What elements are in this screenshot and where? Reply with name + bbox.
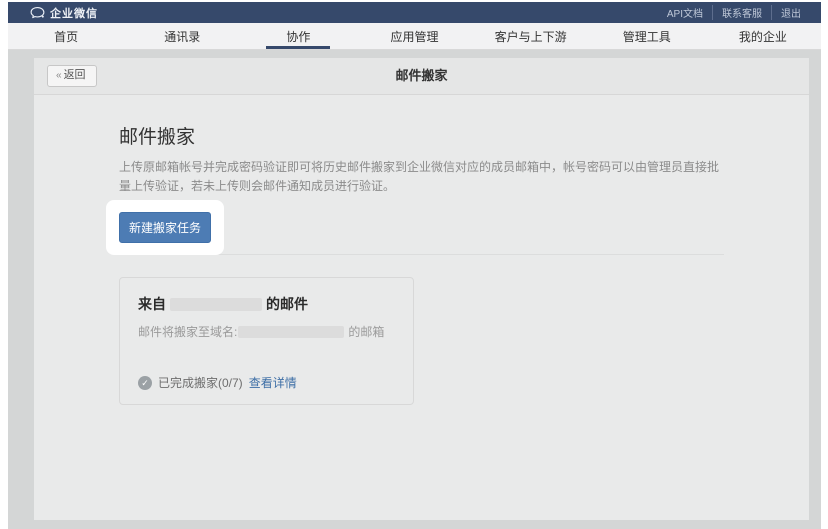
highlight-overlay: 新建搬家任务 <box>106 200 224 255</box>
page-title: 邮件搬家 <box>34 58 809 94</box>
task-detail-suffix: 的邮箱 <box>348 323 384 340</box>
app-window: 企业微信 API文档 联系客服 退出 首页 通讯录 协作 应用管理 客户与上下游… <box>8 2 821 529</box>
migration-task-card: 来自 的邮件 邮件将搬家至域名: 的邮箱 ✓ 已完成搬家(0/7) 查看详情 <box>119 277 414 405</box>
main-nav: 首页 通讯录 协作 应用管理 客户与上下游 管理工具 我的企业 <box>8 23 821 50</box>
topbar-links: API文档 联系客服 退出 <box>658 5 801 20</box>
panel-header: «返回 邮件搬家 <box>34 58 809 95</box>
main-description: 上传原邮箱帐号并完成密码验证即可将历史邮件搬家到企业微信对应的成员邮箱中，帐号密… <box>119 158 724 195</box>
mail-migration-panel: «返回 邮件搬家 邮件搬家 上传原邮箱帐号并完成密码验证即可将历史邮件搬家到企业… <box>34 58 809 520</box>
nav-item-admin-tools[interactable]: 管理工具 <box>589 23 705 49</box>
nav-item-collaboration[interactable]: 协作 <box>240 23 356 49</box>
task-card-footer: ✓ 已完成搬家(0/7) 查看详情 <box>138 374 297 391</box>
main-title: 邮件搬家 <box>119 122 724 149</box>
brand: 企业微信 <box>30 5 98 21</box>
logout-link[interactable]: 退出 <box>771 5 801 20</box>
panel-body: 邮件搬家 上传原邮箱帐号并完成密码验证即可将历史邮件搬家到企业微信对应的成员邮箱… <box>34 95 809 405</box>
back-button-label: 返回 <box>64 69 86 81</box>
view-details-link[interactable]: 查看详情 <box>249 374 297 391</box>
brand-name: 企业微信 <box>50 5 98 21</box>
redacted-source-domain <box>170 298 262 311</box>
nav-item-contacts[interactable]: 通讯录 <box>124 23 240 49</box>
migration-status: 已完成搬家(0/7) <box>158 374 243 391</box>
back-button[interactable]: «返回 <box>47 65 97 87</box>
api-docs-link[interactable]: API文档 <box>658 5 712 20</box>
new-task-section: 新建搬家任务 <box>119 200 724 255</box>
new-task-button[interactable]: 新建搬家任务 <box>119 212 211 243</box>
topbar: 企业微信 API文档 联系客服 退出 <box>8 2 821 23</box>
nav-item-home[interactable]: 首页 <box>8 23 124 49</box>
content-background: «返回 邮件搬家 邮件搬家 上传原邮箱帐号并完成密码验证即可将历史邮件搬家到企业… <box>8 50 821 529</box>
task-card-detail: 邮件将搬家至域名: 的邮箱 <box>138 323 395 340</box>
nav-item-my-company[interactable]: 我的企业 <box>705 23 821 49</box>
contact-support-link[interactable]: 联系客服 <box>712 5 771 20</box>
back-chevron-icon: « <box>56 70 62 81</box>
nav-item-customers[interactable]: 客户与上下游 <box>473 23 589 49</box>
task-title-prefix: 来自 <box>138 294 166 314</box>
task-detail-prefix: 邮件将搬家至域名: <box>138 323 237 340</box>
wechat-work-logo-icon <box>30 6 45 19</box>
check-circle-icon: ✓ <box>138 376 152 390</box>
nav-item-app-management[interactable]: 应用管理 <box>356 23 472 49</box>
task-card-title: 来自 的邮件 <box>138 294 395 314</box>
task-title-suffix: 的邮件 <box>266 294 308 314</box>
redacted-target-domain <box>238 326 344 338</box>
